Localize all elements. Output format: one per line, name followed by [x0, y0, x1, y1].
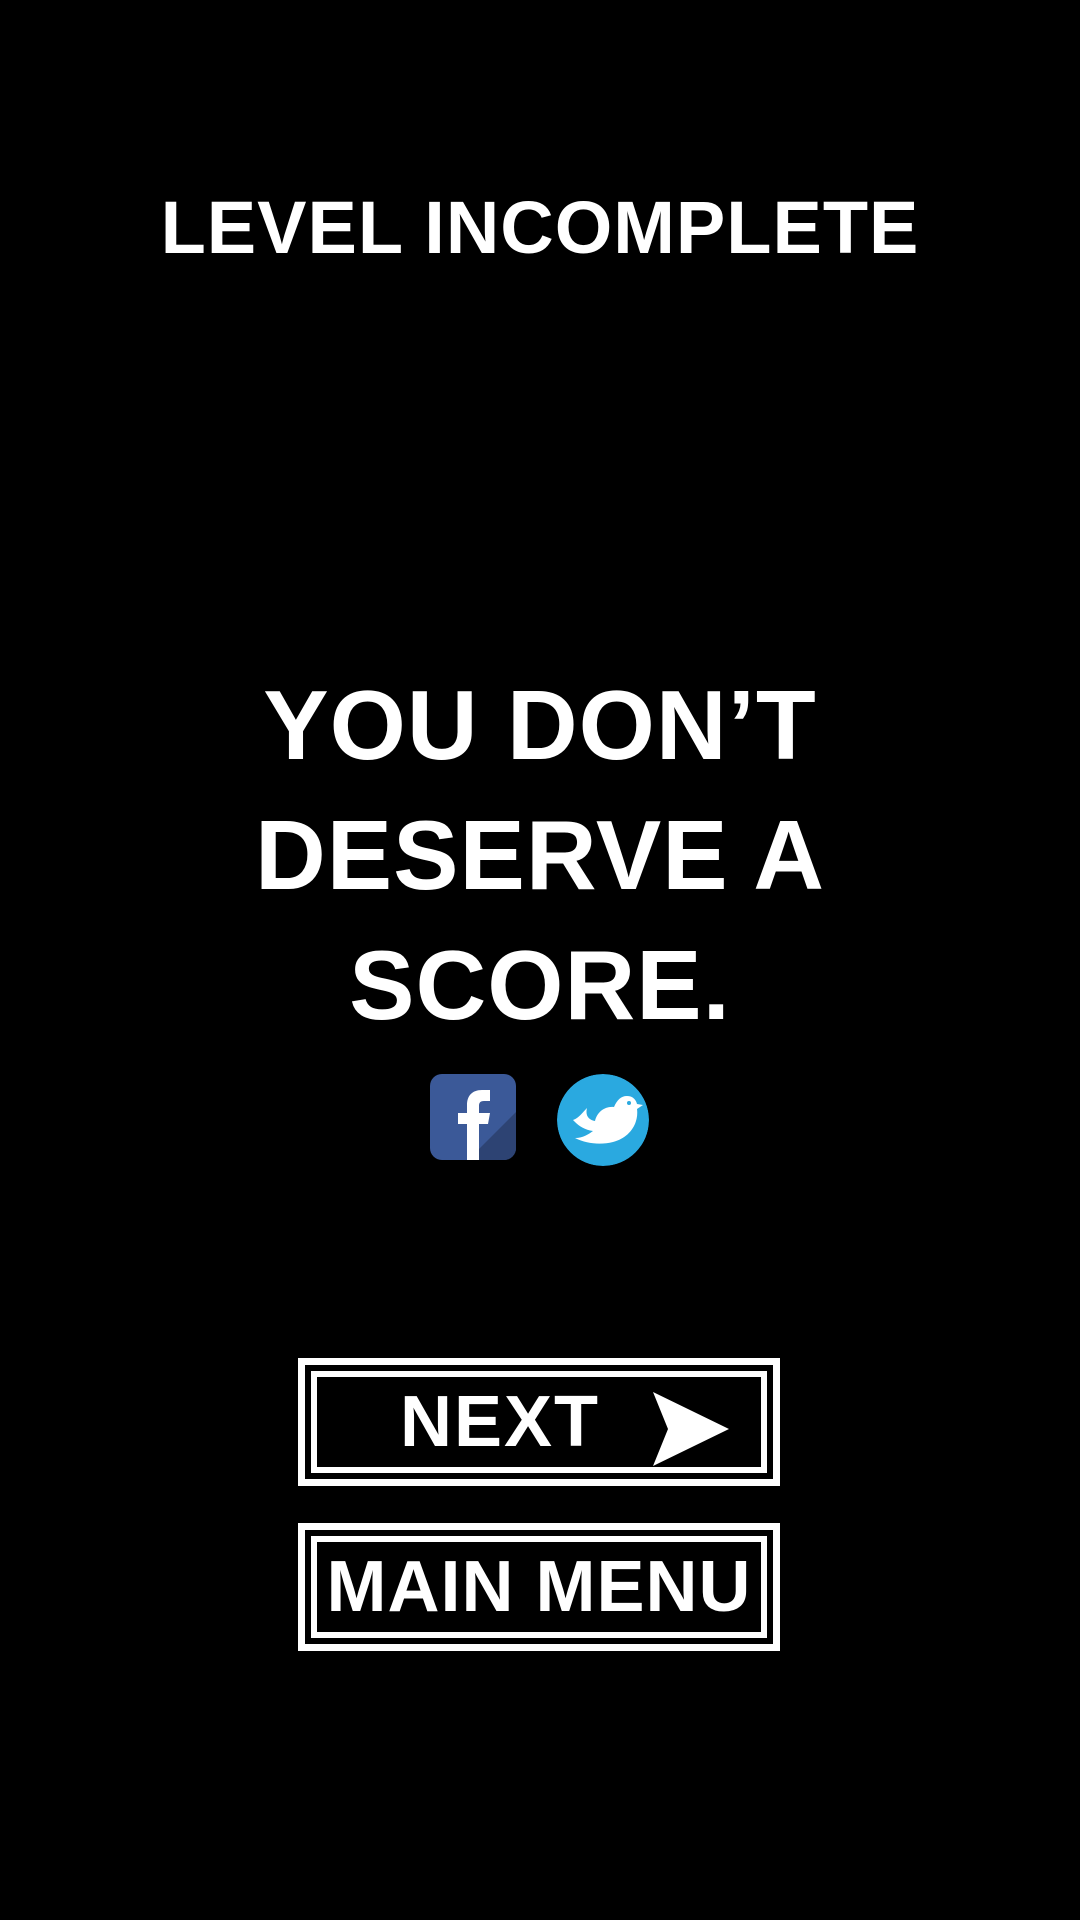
result-message-line: DESERVE A: [255, 800, 825, 910]
social-share-row: [0, 1074, 1080, 1166]
twitter-bird-icon: [557, 1074, 649, 1166]
page-title: LEVEL INCOMPLETE: [160, 186, 920, 269]
result-message: YOU DON’T DESERVE A SCORE.: [140, 660, 940, 1050]
result-message-line: YOU DON’T: [263, 670, 817, 780]
main-menu-button-label: MAIN MENU: [326, 1547, 752, 1627]
facebook-icon: [430, 1074, 516, 1160]
next-button[interactable]: NEXT: [298, 1358, 780, 1486]
level-incomplete-screen: LEVEL INCOMPLETE YOU DON’T DESERVE A SCO…: [0, 0, 1080, 1920]
main-menu-button[interactable]: MAIN MENU: [298, 1523, 780, 1651]
twitter-share-button[interactable]: [557, 1074, 649, 1166]
arrow-right-icon: [653, 1392, 729, 1466]
result-message-line: SCORE.: [349, 930, 731, 1040]
facebook-share-button[interactable]: [430, 1074, 516, 1160]
next-button-label: NEXT: [400, 1382, 601, 1462]
